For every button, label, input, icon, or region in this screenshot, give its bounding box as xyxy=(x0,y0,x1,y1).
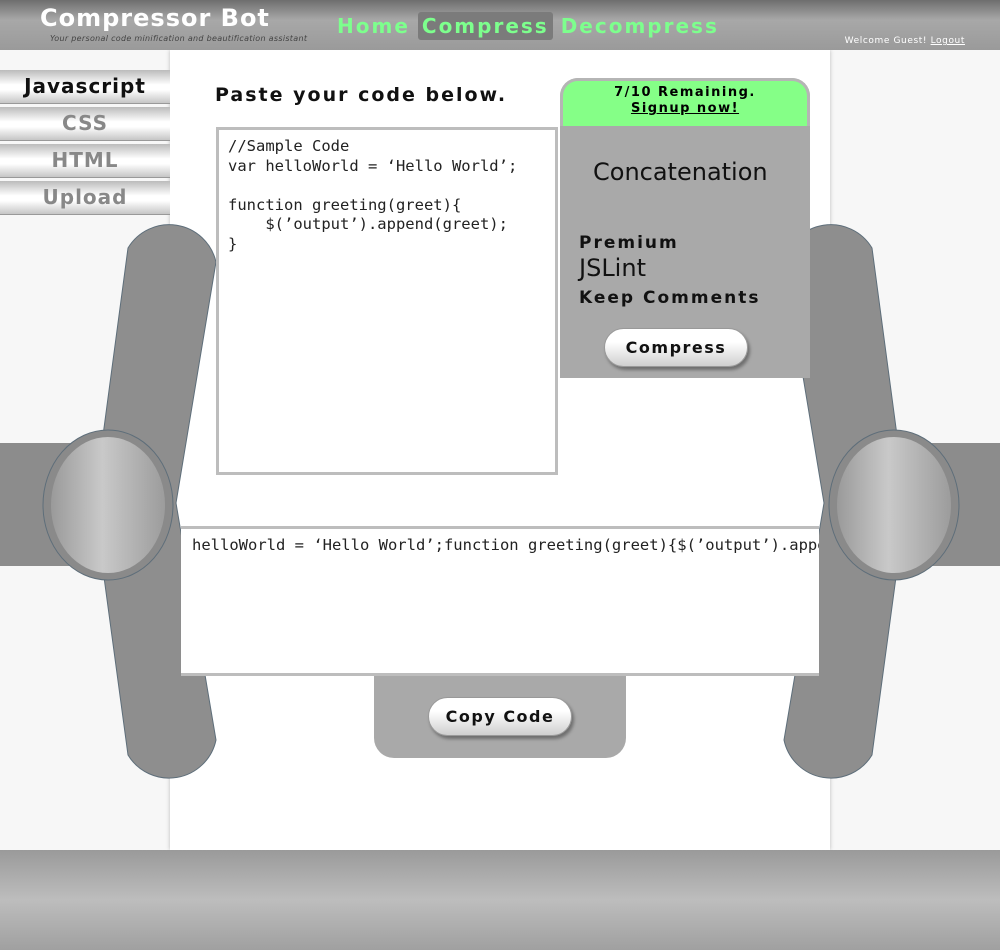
option-keep-comments[interactable]: Keep Comments xyxy=(579,288,760,308)
compress-button[interactable]: Compress xyxy=(604,328,748,367)
nav-decompress[interactable]: Decompress xyxy=(557,12,723,40)
premium-label: Premium xyxy=(579,233,679,253)
app-title: Compressor Bot xyxy=(40,4,270,32)
welcome-text: Welcome Guest! xyxy=(844,36,928,46)
nav-compress[interactable]: Compress xyxy=(417,12,553,40)
logout-link[interactable]: Logout xyxy=(931,36,965,46)
page-heading: Paste your code below. xyxy=(215,84,508,106)
options-panel: 7/10 Remaining. Signup now! Concatenatio… xyxy=(560,78,810,378)
tab-css[interactable]: CSS xyxy=(0,107,170,141)
main-nav: Home Compress Decompress xyxy=(333,12,723,40)
option-concatenation[interactable]: Concatenation xyxy=(593,158,768,186)
code-output-area[interactable]: helloWorld = ‘Hello World’;function gree… xyxy=(181,526,819,676)
copy-code-button[interactable]: Copy Code xyxy=(428,697,572,736)
right-clamp-knob xyxy=(837,437,951,573)
left-clamp-knob xyxy=(51,437,165,573)
top-bar: Compressor Bot Your personal code minifi… xyxy=(0,0,1000,50)
tab-javascript[interactable]: Javascript xyxy=(0,70,170,104)
remaining-count: 7/10 Remaining. xyxy=(614,85,756,100)
remaining-banner: 7/10 Remaining. Signup now! xyxy=(560,78,810,126)
language-tabs: Javascript CSS HTML Upload xyxy=(0,70,170,218)
code-input-textarea[interactable]: //Sample Code var helloWorld = ‘Hello Wo… xyxy=(216,127,558,475)
option-jslint[interactable]: JSLint xyxy=(579,254,646,282)
copy-panel: Copy Code xyxy=(374,676,626,758)
tab-upload[interactable]: Upload xyxy=(0,181,170,215)
tab-html[interactable]: HTML xyxy=(0,144,170,178)
signup-link[interactable]: Signup now! xyxy=(631,101,739,116)
nav-home[interactable]: Home xyxy=(333,12,414,40)
welcome-area: Welcome Guest! Logout xyxy=(845,36,965,46)
app-tagline: Your personal code minification and beau… xyxy=(50,34,308,43)
footer-bar xyxy=(0,850,1000,950)
